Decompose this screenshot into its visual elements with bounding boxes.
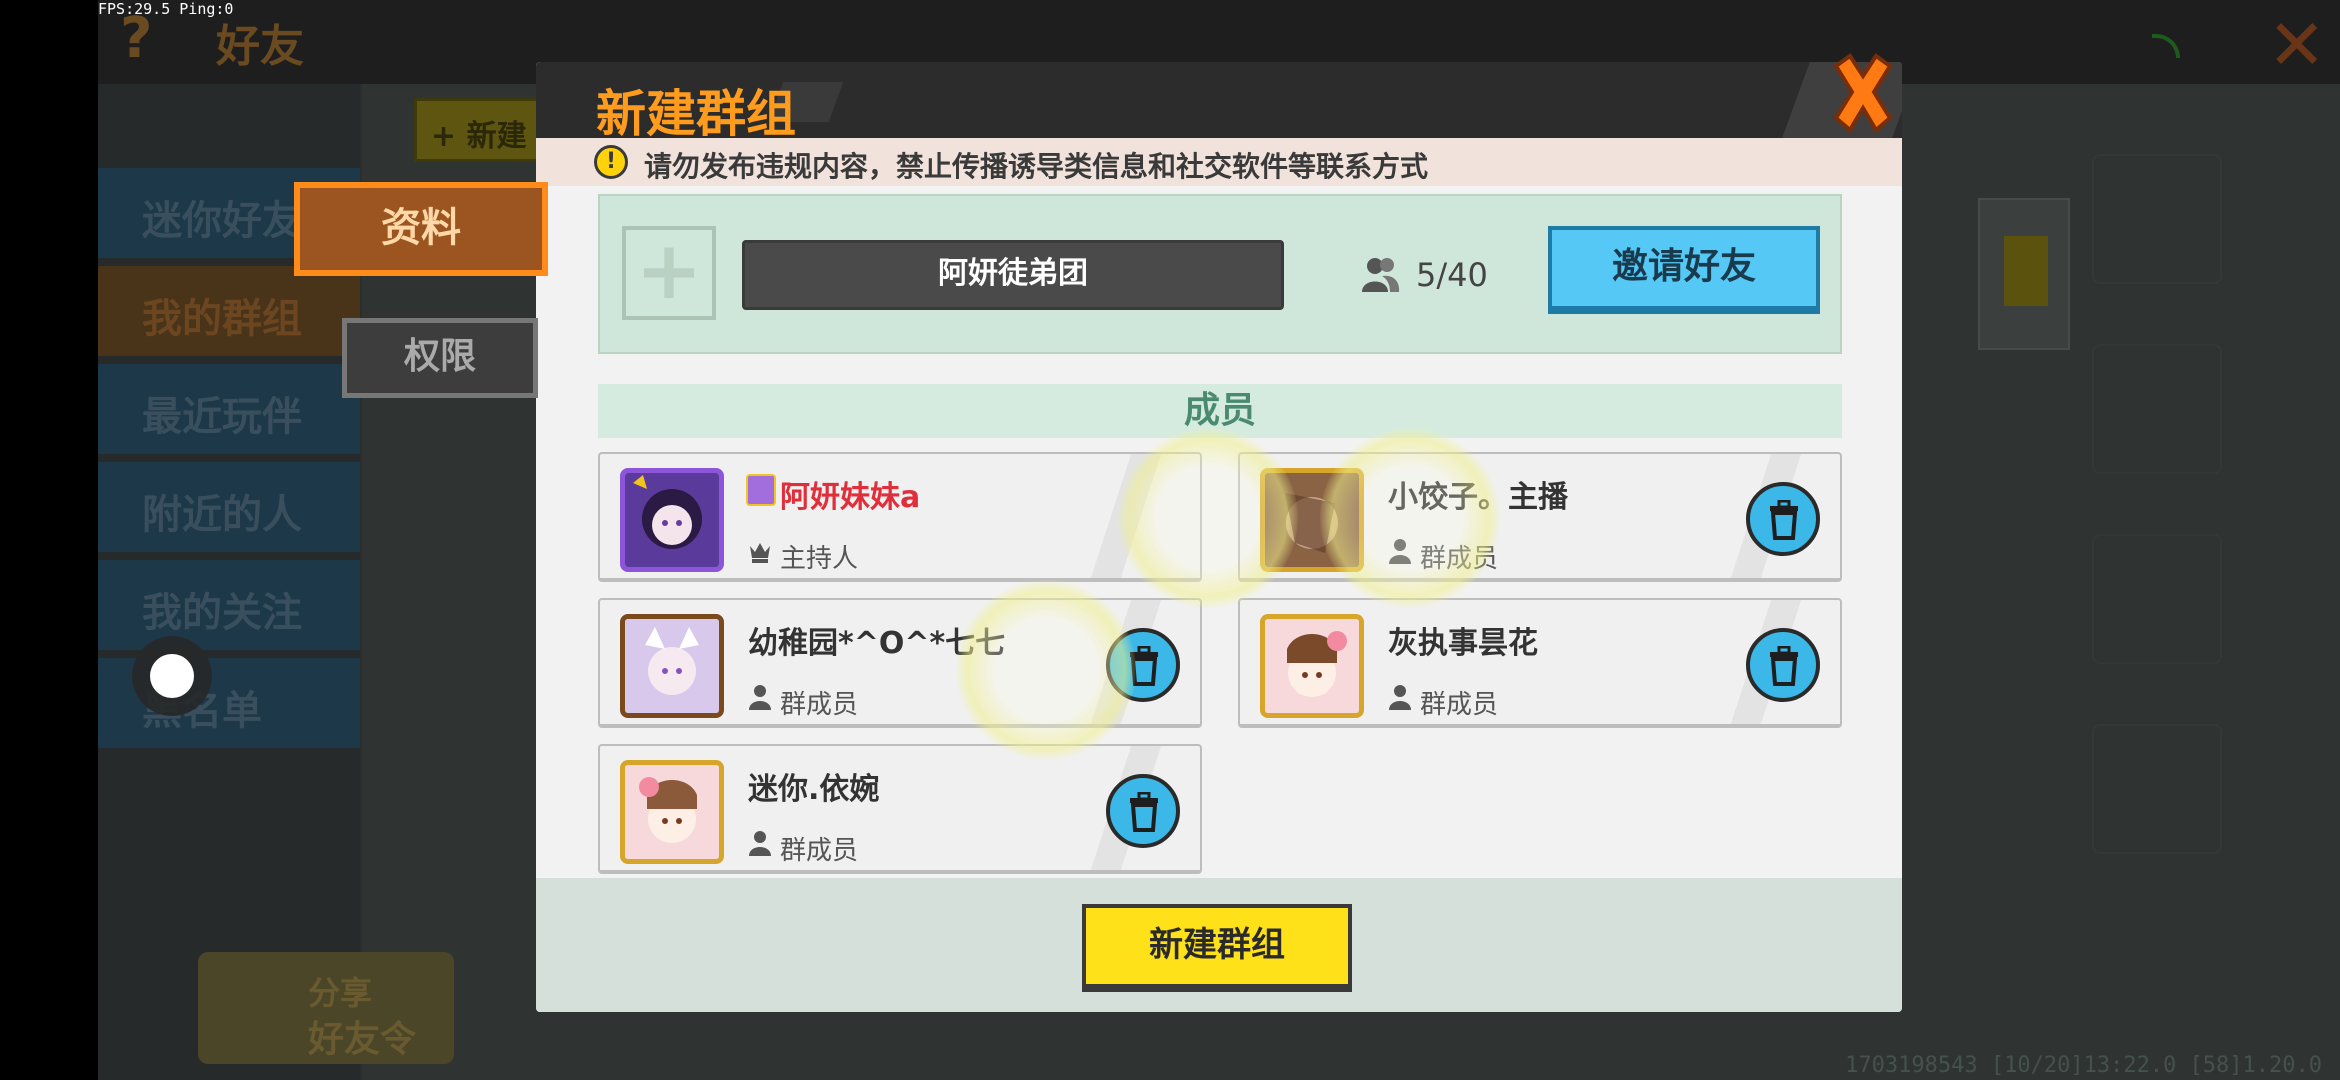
crown-icon — [750, 543, 770, 563]
close-icon[interactable]: ✕ — [2267, 4, 2326, 86]
member-name: 小饺子。主播 — [1388, 480, 1568, 515]
sidebar-item-my-groups[interactable]: 我的群组 — [98, 266, 360, 356]
group-info-card: + 阿妍徒弟团 5/40 邀请好友 — [598, 194, 1842, 354]
member-role: 群成员 — [1420, 690, 1499, 720]
remove-member-button[interactable] — [1106, 628, 1180, 702]
person-icon — [749, 831, 771, 856]
page-title: 好友 — [216, 21, 304, 72]
warning-text: 请勿发布违规内容，禁止传播诱导类信息和社交软件等联系方式 — [644, 150, 1429, 183]
dialog-title: 新建群组 — [596, 85, 796, 143]
remove-member-button[interactable] — [1746, 482, 1820, 556]
close-icon[interactable] — [1828, 52, 1898, 134]
member-role: 群成员 — [780, 690, 859, 720]
create-group-button[interactable]: 新建群组 — [1082, 904, 1352, 992]
host-badge-icon — [746, 474, 776, 506]
member-card: 迷你.依婉 群成员 — [598, 744, 1202, 874]
new-group-dialog: 新建群组 ! 请勿发布违规内容，禁止传播诱导类信息和社交软件等联系方式 + 阿妍… — [536, 62, 1902, 1012]
group-name-field[interactable]: 阿妍徒弟团 — [742, 240, 1284, 310]
sidebar-item-recent[interactable]: 最近玩伴 — [98, 364, 360, 454]
member-card-host: 阿妍妹妹a 主持人 — [598, 452, 1202, 582]
member-count: 5/40 — [1416, 256, 1488, 294]
members-header: 成员 — [598, 384, 1842, 438]
avatar[interactable] — [1260, 468, 1364, 572]
trash-icon — [1130, 646, 1158, 686]
person-icon — [749, 685, 771, 710]
member-card: 幼稚园*^O^*七七 群成员 — [598, 598, 1202, 728]
build-info: 1703198543 [10/20]13:22.0 [58]1.20.0 — [1845, 1053, 2322, 1078]
remove-member-button[interactable] — [1106, 774, 1180, 848]
sidebar-item-nearby[interactable]: 附近的人 — [98, 462, 360, 552]
avatar[interactable] — [620, 468, 724, 572]
trash-icon — [1770, 646, 1798, 686]
share-friend-code-button[interactable]: 分享 好友令 — [198, 952, 454, 1064]
invite-friends-button[interactable]: 邀请好友 — [1548, 226, 1820, 314]
member-name: 迷你.依婉 — [748, 772, 880, 807]
avatar[interactable] — [620, 614, 724, 718]
member-role: 群成员 — [1420, 544, 1499, 574]
remove-member-button[interactable] — [1746, 628, 1820, 702]
avatar[interactable] — [1260, 614, 1364, 718]
person-icon — [1389, 539, 1411, 564]
member-name: 阿妍妹妹a — [780, 480, 921, 515]
avatar[interactable] — [620, 760, 724, 864]
member-role: 群成员 — [780, 836, 859, 866]
wifi-icon — [2152, 34, 2180, 58]
member-name: 幼稚园*^O^*七七 — [748, 626, 1006, 661]
sidebar-item-following[interactable]: 我的关注 — [98, 560, 360, 650]
floating-joystick[interactable] — [132, 636, 212, 716]
add-icon[interactable]: + — [622, 226, 716, 320]
people-icon — [1362, 258, 1400, 292]
member-card: 灰执事昙花 群成员 — [1238, 598, 1842, 728]
warning-bar: ! 请勿发布违规内容，禁止传播诱导类信息和社交软件等联系方式 — [536, 138, 1902, 186]
trash-icon — [1770, 500, 1798, 540]
tab-permissions[interactable]: 权限 — [342, 318, 538, 398]
fps-readout: FPS:29.5 Ping:0 — [98, 0, 234, 18]
warning-icon: ! — [594, 145, 628, 179]
trash-icon — [1130, 792, 1158, 832]
person-icon — [1389, 685, 1411, 710]
member-card: 小饺子。主播 群成员 — [1238, 452, 1842, 582]
dialog-header: 新建群组 — [536, 62, 1902, 143]
tab-profile[interactable]: 资料 — [294, 182, 548, 276]
member-role: 主持人 — [780, 544, 859, 574]
member-name: 灰执事昙花 — [1388, 626, 1538, 661]
